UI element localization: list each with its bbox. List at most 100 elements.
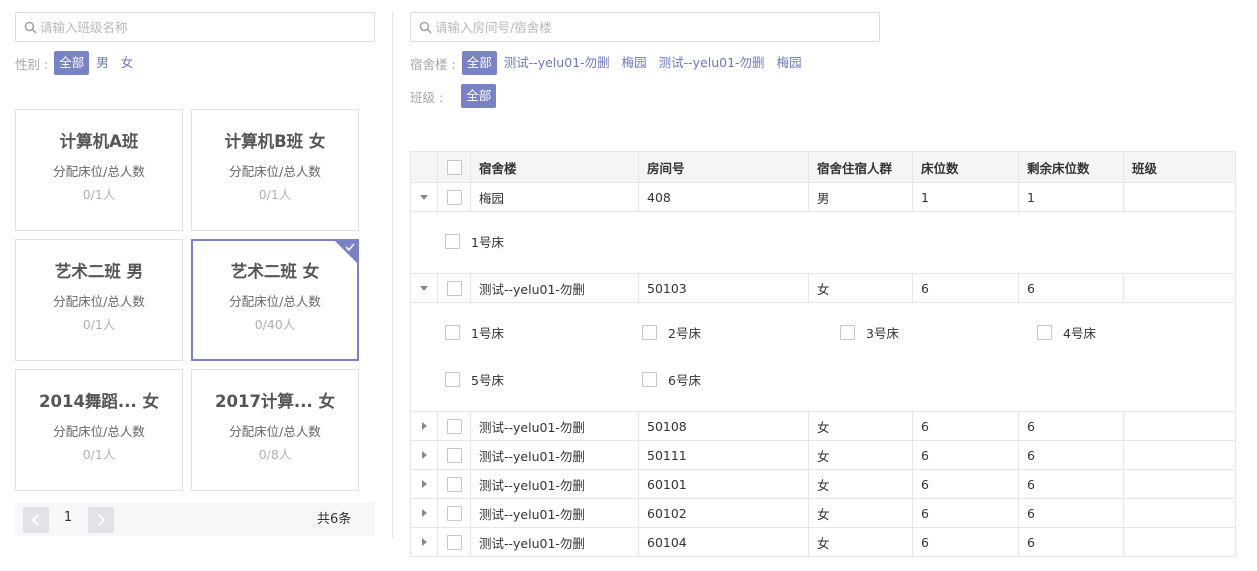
cell-class (1124, 499, 1235, 527)
class-card-count: 0/1人 (82, 447, 116, 462)
bed-option[interactable]: 1号床 (445, 323, 504, 342)
class-pagination: 1 共6条 (15, 502, 375, 536)
bed-label: 3号床 (866, 326, 899, 341)
bed-checkbox[interactable] (642, 372, 657, 387)
current-page-number[interactable]: 1 (61, 510, 75, 525)
caret-right-icon[interactable] (419, 537, 429, 547)
building-option[interactable]: 测试--yelu01-勿删 (654, 51, 770, 75)
class-card-caption: 分配床位/总人数 (229, 294, 321, 309)
select-all-checkbox[interactable] (446, 159, 462, 175)
cell-gender: 女 (809, 274, 913, 302)
caret-right-icon[interactable] (419, 479, 429, 489)
bed-option[interactable]: 5号床 (445, 370, 504, 389)
class-card-count: 0/40人 (254, 317, 296, 332)
cell-beds: 6 (913, 274, 1019, 302)
class-card[interactable]: 艺术二班 男 分配床位/总人数 0/1人 (15, 239, 183, 361)
building-option[interactable]: 测试--yelu01-勿删 (499, 51, 615, 75)
bed-option[interactable]: 1号床 (445, 232, 504, 251)
cell-beds: 6 (913, 528, 1019, 556)
bed-option[interactable]: 3号床 (840, 323, 899, 342)
bed-option[interactable]: 2号床 (642, 323, 701, 342)
cell-beds: 6 (913, 470, 1019, 498)
room-search-input[interactable] (435, 13, 875, 41)
search-icon (24, 21, 37, 34)
gender-filter: 性别 : 全部 男 女 (15, 51, 140, 75)
bed-option[interactable]: 6号床 (642, 370, 701, 389)
room-panel: 宿舍楼 : 全部 测试--yelu01-勿删 梅园 测试--yelu01-勿删 … (410, 0, 1257, 571)
cell-building: 测试--yelu01-勿删 (471, 528, 639, 556)
class-card[interactable]: 计算机A班 分配床位/总人数 0/1人 (15, 109, 183, 231)
class-card-selected[interactable]: 艺术二班 女 分配床位/总人数 0/40人 (191, 239, 359, 361)
bed-checkbox[interactable] (840, 325, 855, 340)
chevron-right-icon (98, 514, 106, 526)
cell-gender: 女 (809, 528, 913, 556)
check-icon (345, 243, 355, 252)
bed-option[interactable]: 4号床 (1037, 323, 1096, 342)
next-page-button[interactable] (88, 507, 114, 533)
expand-cell (411, 528, 438, 556)
bed-checkbox[interactable] (445, 234, 460, 249)
class-card[interactable]: 计算机B班 女 分配床位/总人数 0/1人 (191, 109, 359, 231)
building-option-all[interactable]: 全部 (461, 51, 497, 75)
checkbox-cell (438, 499, 471, 527)
row-checkbox[interactable] (446, 280, 462, 296)
row-checkbox[interactable] (446, 189, 462, 205)
header-building: 宿舍楼 (471, 152, 639, 182)
class-card-count: 0/1人 (258, 187, 292, 202)
prev-page-button[interactable] (23, 507, 49, 533)
class-card-count: 0/1人 (82, 187, 116, 202)
caret-right-icon[interactable] (419, 450, 429, 460)
class-search-box[interactable] (15, 12, 375, 42)
cell-gender: 女 (809, 441, 913, 469)
row-checkbox[interactable] (446, 534, 462, 550)
bed-label: 5号床 (471, 373, 504, 388)
row-checkbox[interactable] (446, 447, 462, 463)
room-table: 宿舍楼 房间号 宿舍住宿人群 床位数 剩余床位数 班级 梅园 408 男 1 1… (410, 151, 1236, 557)
cell-class (1124, 441, 1235, 469)
class-card[interactable]: 2017计算... 女 分配床位/总人数 0/8人 (191, 369, 359, 491)
cell-gender: 女 (809, 412, 913, 440)
cell-gender: 男 (809, 183, 913, 211)
class-card-name: 计算机B班 女 (224, 132, 326, 151)
cell-gender: 女 (809, 499, 913, 527)
class-card-caption: 分配床位/总人数 (53, 424, 145, 439)
cell-room: 60104 (639, 528, 809, 556)
bed-label: 4号床 (1063, 326, 1096, 341)
building-option[interactable]: 梅园 (772, 51, 807, 75)
row-checkbox[interactable] (446, 505, 462, 521)
bed-checkbox[interactable] (445, 372, 460, 387)
caret-right-icon[interactable] (419, 421, 429, 431)
bed-checkbox[interactable] (445, 325, 460, 340)
checkbox-cell (438, 183, 471, 211)
search-icon (419, 21, 432, 34)
gender-option-all[interactable]: 全部 (54, 51, 90, 75)
header-expand-cell (411, 152, 438, 182)
bed-checkbox[interactable] (642, 325, 657, 340)
cell-class (1124, 183, 1235, 211)
row-checkbox[interactable] (446, 476, 462, 492)
room-search-box[interactable] (410, 12, 880, 42)
panel-divider (392, 12, 393, 538)
class-search-input[interactable] (40, 13, 370, 41)
class-option-all[interactable]: 全部 (461, 84, 497, 108)
header-checkbox-cell (438, 152, 471, 182)
bed-checkbox[interactable] (1037, 325, 1052, 340)
class-card-caption: 分配床位/总人数 (229, 424, 321, 439)
class-card[interactable]: 2014舞蹈... 女 分配床位/总人数 0/1人 (15, 369, 183, 491)
caret-down-icon[interactable] (419, 192, 429, 202)
gender-option-male[interactable]: 男 (91, 51, 114, 75)
caret-right-icon[interactable] (419, 508, 429, 518)
cell-building: 梅园 (471, 183, 639, 211)
row-checkbox[interactable] (446, 418, 462, 434)
expand-cell (411, 412, 438, 440)
class-card-count: 0/8人 (258, 447, 292, 462)
expand-cell (411, 499, 438, 527)
cell-room: 60102 (639, 499, 809, 527)
bed-list: 1号床 2号床 3号床 4号床 5号床 6号床 (411, 303, 1235, 412)
cell-building: 测试--yelu01-勿删 (471, 412, 639, 440)
caret-down-icon[interactable] (419, 283, 429, 293)
gender-option-female[interactable]: 女 (116, 51, 139, 75)
header-room: 房间号 (639, 152, 809, 182)
expand-cell (411, 274, 438, 302)
building-option[interactable]: 梅园 (617, 51, 652, 75)
